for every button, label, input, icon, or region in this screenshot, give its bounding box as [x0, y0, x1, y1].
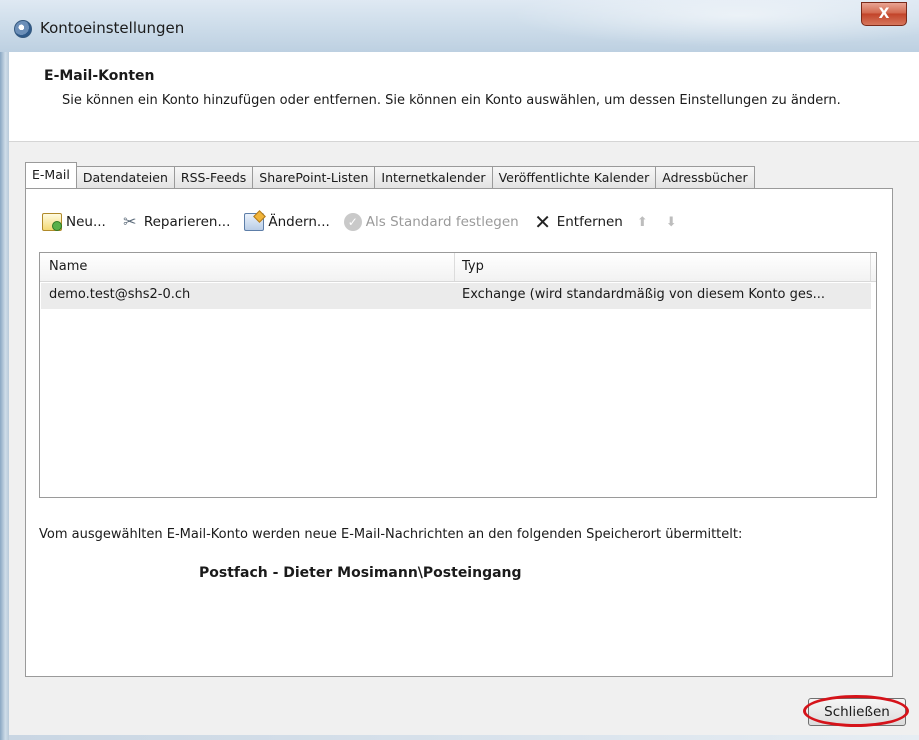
- repair-icon: ✂: [123, 212, 137, 231]
- tab-published-calendars[interactable]: Veröffentlichte Kalender: [491, 166, 657, 188]
- move-up-icon[interactable]: ⬆: [637, 215, 648, 230]
- tab-strip: E-Mail Datendateien RSS-Feeds SharePoint…: [25, 162, 755, 188]
- table-row[interactable]: demo.test@shs2-0.ch Exchange (wird stand…: [41, 283, 871, 309]
- delivery-location-label: Vom ausgewählten E-Mail-Konto werden neu…: [39, 527, 743, 542]
- account-type-cell: Exchange (wird standardmäßig von diesem …: [462, 287, 826, 302]
- repair-button[interactable]: ✂ Reparieren...: [120, 212, 231, 231]
- tab-data-files[interactable]: Datendateien: [75, 166, 175, 188]
- remove-label: Entfernen: [556, 214, 623, 230]
- change-button[interactable]: Ändern...: [244, 213, 330, 231]
- change-icon: [244, 213, 265, 231]
- tab-rss-feeds[interactable]: RSS-Feeds: [173, 166, 254, 188]
- window-close-button[interactable]: X: [861, 2, 907, 26]
- outlook-app-icon: [14, 20, 32, 38]
- move-down-icon[interactable]: ⬇: [666, 215, 677, 230]
- tab-sharepoint-lists[interactable]: SharePoint-Listen: [252, 166, 376, 188]
- title-bar-glass: [470, 0, 919, 52]
- repair-label: Reparieren...: [143, 214, 231, 230]
- column-divider[interactable]: [870, 253, 871, 281]
- set-default-button[interactable]: ✓ Als Standard festlegen: [343, 213, 519, 231]
- delivery-location-value: Postfach - Dieter Mosimann\Posteingang: [199, 565, 522, 581]
- column-divider[interactable]: [454, 253, 455, 281]
- remove-icon: ✕: [534, 210, 552, 234]
- column-header-type[interactable]: Typ: [462, 259, 484, 274]
- set-default-icon: ✓: [343, 213, 362, 231]
- list-header: Name Typ: [40, 253, 876, 282]
- tab-email[interactable]: E-Mail: [25, 162, 77, 188]
- tab-internet-calendars[interactable]: Internetkalender: [374, 166, 493, 188]
- window-left-border: [0, 52, 9, 740]
- window-bottom-border: [9, 735, 919, 740]
- tab-address-books[interactable]: Adressbücher: [655, 166, 755, 188]
- accounts-list[interactable]: Name Typ demo.test@shs2-0.ch Exchange (w…: [39, 252, 877, 498]
- new-account-icon: [42, 213, 62, 231]
- new-account-label: Neu...: [66, 214, 106, 230]
- section-description: Sie können ein Konto hinzufügen oder ent…: [62, 93, 841, 108]
- section-title: E-Mail-Konten: [44, 68, 155, 84]
- set-default-label: Als Standard festlegen: [365, 214, 519, 230]
- new-account-button[interactable]: Neu...: [42, 213, 106, 231]
- account-toolbar: Neu... ✂ Reparieren... Ändern... ✓ Als S…: [42, 207, 695, 237]
- account-name-cell: demo.test@shs2-0.ch: [49, 287, 191, 302]
- window-title: Kontoeinstellungen: [40, 19, 185, 37]
- change-label: Ändern...: [268, 214, 330, 230]
- close-button[interactable]: Schließen: [808, 698, 906, 726]
- column-header-name[interactable]: Name: [49, 259, 87, 274]
- remove-button[interactable]: ✕ Entfernen: [533, 210, 623, 234]
